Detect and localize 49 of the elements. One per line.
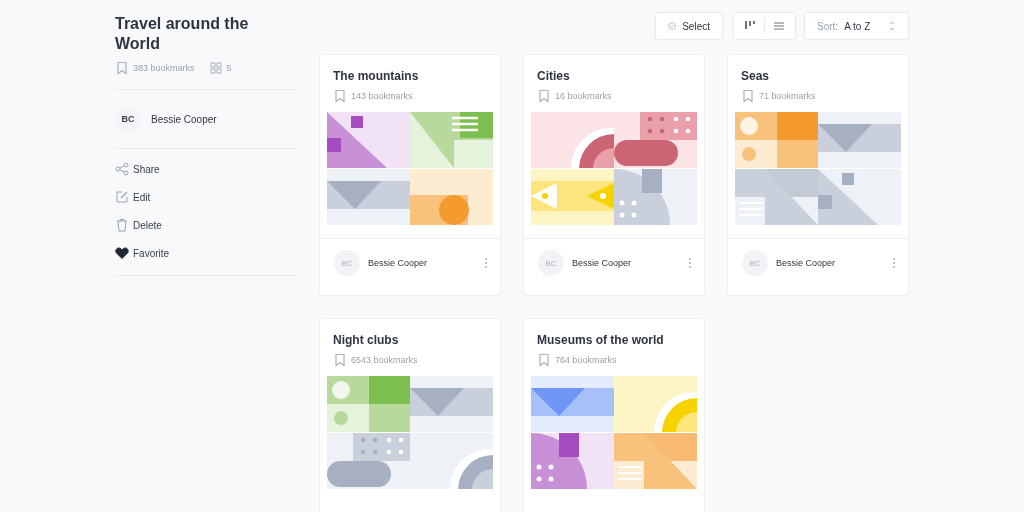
owner-name[interactable]: Bessie Cooper <box>151 113 217 125</box>
avatar: BC <box>538 250 564 276</box>
action-item[interactable]: Edit <box>115 183 297 211</box>
board-count: 5 <box>226 63 232 73</box>
bookmark-count: 383 bookmarks <box>133 63 195 73</box>
action-item[interactable]: Share <box>115 155 297 183</box>
card-title: Museums of the world <box>536 333 665 347</box>
collection-card[interactable]: Museums of the world 764 bookmarks <box>523 318 705 512</box>
more-icon <box>688 257 692 269</box>
collection-card[interactable]: Seas 71 bookmarks BC Bessie Cooper <box>727 54 909 296</box>
bookmark-icon <box>537 89 551 103</box>
bookmark-icon <box>333 353 347 367</box>
action-item[interactable]: Favorite <box>115 239 297 267</box>
edit-icon <box>115 190 129 204</box>
grid-icon <box>208 61 223 75</box>
bookmark-count: 16 bookmarks <box>555 91 612 101</box>
trash-icon <box>115 218 129 232</box>
bookmark-count: 71 bookmarks <box>759 91 816 101</box>
updown-caret-icon <box>888 20 896 32</box>
collection-card[interactable]: Cities 16 bookmarks BC Bessie Cooper <box>523 54 705 296</box>
owner-name[interactable]: Bessie Cooper <box>368 258 428 268</box>
bookmark-count: 143 bookmarks <box>351 91 413 101</box>
card-title: Seas <box>740 69 771 83</box>
owner-name[interactable]: Bessie Cooper <box>572 258 632 268</box>
card-title: Cities <box>536 69 571 83</box>
bookmark-count: 764 bookmarks <box>555 355 617 365</box>
action-item[interactable]: Delete <box>115 211 297 239</box>
bookmark-count: 6543 bookmarks <box>351 355 418 365</box>
collection-card[interactable]: Night clubs 6543 bookmarks <box>319 318 501 512</box>
select-button[interactable]: Select <box>655 12 723 40</box>
bookmark-icon <box>115 61 129 75</box>
card-title: Night clubs <box>332 333 400 347</box>
bookmark-icon <box>333 89 347 103</box>
more-icon <box>892 257 896 269</box>
columns-icon <box>744 20 756 32</box>
bookmark-icon <box>741 89 755 103</box>
owner-name[interactable]: Bessie Cooper <box>776 258 836 268</box>
bookmark-icon <box>537 353 551 367</box>
check-circle-icon <box>668 20 677 32</box>
avatar: BC <box>742 250 768 276</box>
collection-title: Travel around the World <box>115 14 250 54</box>
sort-dropdown[interactable]: Sort: A to Z <box>804 12 909 40</box>
list-icon <box>773 20 785 32</box>
card-title: The mountains <box>332 69 420 83</box>
share-icon <box>115 162 129 176</box>
more-icon <box>484 257 488 269</box>
avatar: BC <box>334 250 360 276</box>
avatar: BC <box>115 106 141 132</box>
collection-card[interactable]: The mountains 143 bookmarks BC Bessie Cooper <box>319 54 501 296</box>
